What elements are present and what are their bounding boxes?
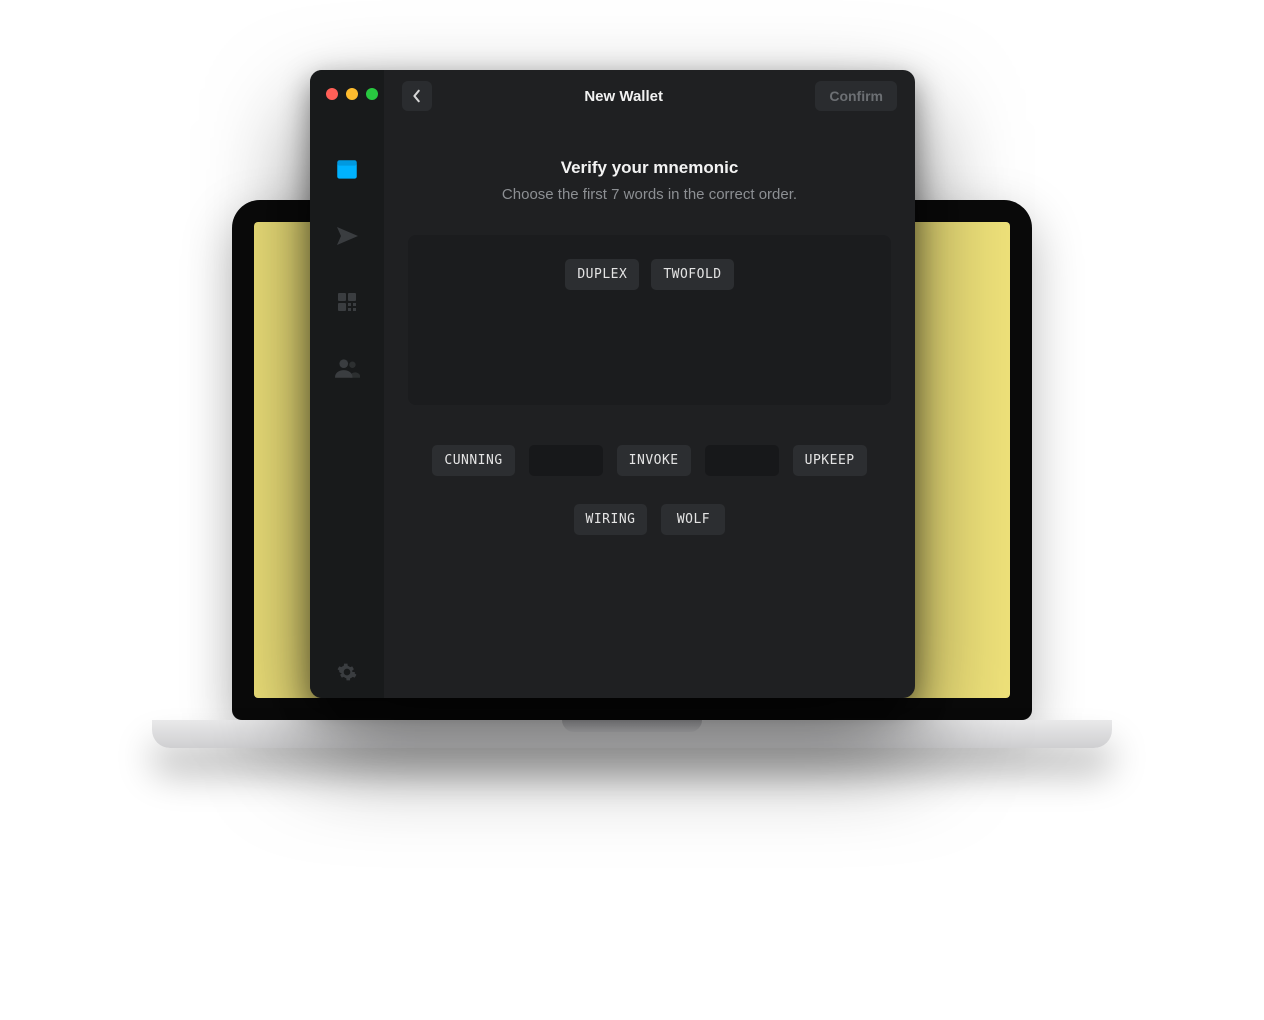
sidebar-item-contacts[interactable] — [333, 354, 361, 382]
sidebar-item-send[interactable] — [333, 222, 361, 250]
selected-word[interactable]: TWOFOLD — [651, 259, 733, 290]
verify-subtitle: Choose the first 7 words in the correct … — [408, 186, 891, 203]
selected-words-box: DUPLEX TWOFOLD — [408, 235, 891, 405]
pool-word[interactable]: INVOKE — [617, 445, 691, 476]
selected-word[interactable]: DUPLEX — [565, 259, 639, 290]
page-title: New Wallet — [584, 88, 663, 105]
maximize-window-button[interactable] — [366, 88, 378, 100]
pool-word[interactable]: UPKEEP — [793, 445, 867, 476]
pool-word[interactable]: CUNNING — [432, 445, 514, 476]
app-window: New Wallet Confirm Verify your mnemonic … — [310, 70, 915, 698]
gear-icon — [337, 662, 357, 682]
pool-word[interactable]: WIRING — [574, 504, 648, 535]
contacts-icon — [334, 355, 360, 381]
laptop-shadow — [192, 758, 1072, 804]
confirm-button[interactable]: Confirm — [815, 81, 897, 111]
qr-icon — [335, 290, 359, 314]
sidebar — [310, 70, 384, 698]
laptop-base — [152, 720, 1112, 748]
word-pool: CUNNING INVOKE UPKEEP WIRING WOLF — [408, 445, 891, 535]
pool-word-empty[interactable] — [705, 445, 779, 476]
pool-word-empty[interactable] — [529, 445, 603, 476]
wallet-icon — [334, 157, 360, 183]
back-button[interactable] — [402, 81, 432, 111]
laptop-notch — [562, 720, 702, 732]
verify-heading: Verify your mnemonic Choose the first 7 … — [408, 158, 891, 203]
pool-word[interactable]: WOLF — [661, 504, 725, 535]
topbar: New Wallet Confirm — [384, 70, 915, 122]
sidebar-items — [333, 156, 361, 670]
send-icon — [335, 224, 359, 248]
chevron-left-icon — [411, 89, 423, 103]
main-pane: New Wallet Confirm Verify your mnemonic … — [384, 70, 915, 698]
sidebar-item-wallet[interactable] — [333, 156, 361, 184]
window-controls — [310, 82, 384, 114]
minimize-window-button[interactable] — [346, 88, 358, 100]
close-window-button[interactable] — [326, 88, 338, 100]
sidebar-item-receive[interactable] — [333, 288, 361, 316]
verify-title: Verify your mnemonic — [408, 158, 891, 178]
sidebar-item-settings[interactable] — [333, 670, 361, 698]
